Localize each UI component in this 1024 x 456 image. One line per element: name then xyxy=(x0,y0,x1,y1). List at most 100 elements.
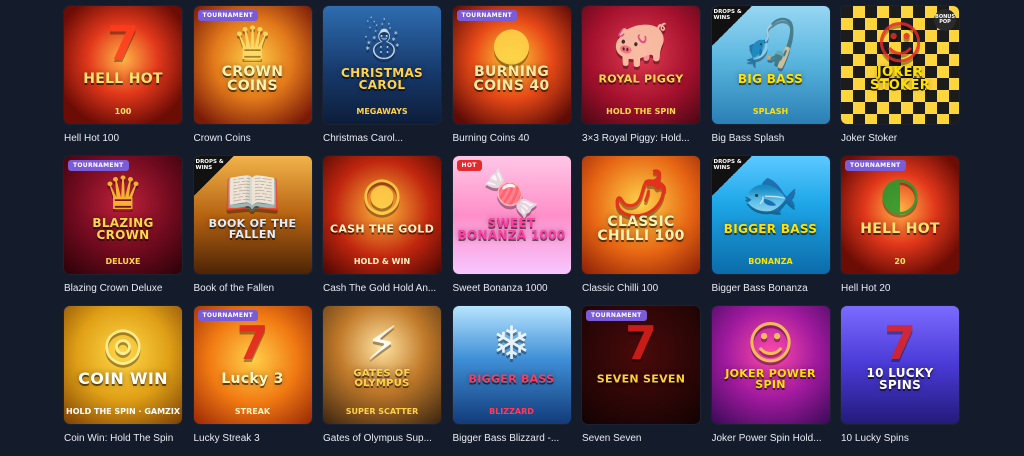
chilli-icon: 🌶 xyxy=(611,166,671,220)
watermelon-icon: ◐ xyxy=(879,166,921,220)
game-logo-subtext: SUPER SCATTER xyxy=(345,407,419,416)
game-thumbnail[interactable]: ❄ BIGGER BASS BLIZZARD xyxy=(452,306,571,424)
game-card[interactable]: ● BURNING COINS 40 TOURNAMENT Burning Coins… xyxy=(452,6,571,156)
game-card[interactable]: ⚡ GATES OF OLYMPUS SUPER SCATTER Gates of O… xyxy=(323,306,441,456)
tournament-badge: TOURNAMENT xyxy=(68,160,129,171)
game-thumbnail[interactable]: ● BURNING COINS 40 TOURNAMENT xyxy=(452,6,571,124)
game-card[interactable]: ❄ BIGGER BASS BLIZZARD Bigger Bass Blizzard… xyxy=(452,306,571,456)
game-card[interactable]: 7 Lucky 3 STREAK TOURNAMENT Lucky Streak 3 xyxy=(193,306,312,456)
game-thumbnail[interactable]: ♛ BLAZING CROWN DELUXE TOURNAMENT xyxy=(64,156,182,274)
game-card[interactable]: ◉ CASH THE GOLD HOLD & WIN Cash The Gold Ho… xyxy=(323,156,441,306)
game-card[interactable]: ◐ HELL HOT 20 TOURNAMENT Hell Hot 20 xyxy=(841,156,959,306)
game-logo-text: Lucky 3 xyxy=(221,371,284,388)
game-card[interactable]: ☃ CHRISTMAS CAROL MEGAWAYS Christmas Carol.… xyxy=(323,6,441,156)
game-title[interactable]: Lucky Streak 3 xyxy=(194,433,312,444)
tournament-badge: TOURNAMENT xyxy=(197,310,259,321)
game-thumbnail[interactable]: ◉ CASH THE GOLD HOLD & WIN xyxy=(323,156,441,274)
game-logo-subtext: 100 xyxy=(114,107,132,116)
game-card[interactable]: 🐟 BIGGER BASS BONANZA DROPS & WINS Bigger Ba… xyxy=(711,156,830,306)
game-logo-text: BLAZING CROWN xyxy=(92,216,154,243)
game-card[interactable]: 7 10 LUCKY SPINS 10 Lucky Spins xyxy=(841,306,959,456)
game-title[interactable]: Big Bass Splash xyxy=(712,133,830,144)
game-card[interactable]: 🐖 ROYAL PIGGY HOLD THE SPIN 3×3 Royal Piggy… xyxy=(582,6,700,156)
drops-wins-badge: DROPS & WINS xyxy=(711,156,752,196)
game-card[interactable]: 📖 BOOK OF THE FALLEN DROPS & WINS Book of t… xyxy=(193,156,312,306)
game-logo-subtext: 20 xyxy=(894,257,906,266)
game-logo-text: SEVEN SEVEN xyxy=(596,372,686,386)
game-card[interactable]: ◎ COIN WIN HOLD THE SPIN · GAMZIX Coin Win:… xyxy=(64,306,182,456)
game-logo-text: CHRISTMAS CAROL xyxy=(341,66,423,93)
game-title[interactable]: Sweet Bonanza 1000 xyxy=(453,283,571,294)
game-title[interactable]: Coin Win: Hold The Spin xyxy=(64,433,182,444)
game-thumbnail[interactable]: ◎ COIN WIN HOLD THE SPIN · GAMZIX xyxy=(64,306,182,424)
game-logo-text: BIGGER BASS xyxy=(468,372,555,386)
game-title[interactable]: Bigger Bass Blizzard -... xyxy=(453,433,571,444)
game-title[interactable]: Christmas Carol... xyxy=(323,133,441,144)
game-thumbnail[interactable]: ☺ JOKER POWER SPIN xyxy=(711,306,830,424)
game-card[interactable]: ☺ JOKER STOKER BONUS POP Joker Stoker xyxy=(841,6,959,156)
game-thumbnail[interactable]: 🐖 ROYAL PIGGY HOLD THE SPIN xyxy=(582,6,700,124)
game-thumbnail[interactable]: 🌶 CLASSIC CHILLI 100 xyxy=(582,156,700,274)
game-logo-text: JOKER POWER SPIN xyxy=(725,367,816,392)
game-logo-text: COIN WIN xyxy=(78,369,168,389)
game-thumbnail[interactable]: ♛ CROWN COINS TOURNAMENT xyxy=(193,6,312,124)
game-title[interactable]: Book of the Fallen xyxy=(194,283,312,294)
seven-icon: 7 xyxy=(624,316,657,370)
tournament-badge: TOURNAMENT xyxy=(845,160,906,171)
game-thumbnail[interactable]: 7 Lucky 3 STREAK TOURNAMENT xyxy=(193,306,312,424)
game-thumbnail[interactable]: 7 HELL HOT 100 xyxy=(64,6,182,124)
candy-icon: 🍬 xyxy=(482,166,541,220)
drops-wins-badge: DROPS & WINS xyxy=(193,156,234,196)
game-card[interactable]: ☺ JOKER POWER SPIN Joker Power Spin Hold..… xyxy=(711,306,830,456)
game-thumbnail[interactable]: 🎣 BIG BASS SPLASH DROPS & WINS xyxy=(711,6,830,124)
game-thumbnail[interactable]: 🐟 BIGGER BASS BONANZA DROPS & WINS xyxy=(711,156,830,274)
game-title[interactable]: Crown Coins xyxy=(194,133,312,144)
game-card[interactable]: ♛ CROWN COINS TOURNAMENT Crown Coins xyxy=(193,6,312,156)
game-card[interactable]: 🎣 BIG BASS SPLASH DROPS & WINS Big Bass Spla… xyxy=(711,6,830,156)
fisherman-icon: ❄ xyxy=(492,316,531,370)
game-logo-text: BOOK OF THE FALLEN xyxy=(208,217,297,242)
game-logo-subtext: SPLASH xyxy=(752,107,789,116)
crown-icon: ♛ xyxy=(231,16,274,70)
game-thumbnail[interactable]: 7 10 LUCKY SPINS xyxy=(841,306,959,424)
game-title[interactable]: Cash The Gold Hold An... xyxy=(323,283,441,294)
joker-icon: ☺ xyxy=(746,316,795,370)
game-card[interactable]: 🍬 SWEET BONANZA 1000 HOT Sweet Bonanza 1000 xyxy=(452,156,571,306)
game-title[interactable]: Blazing Crown Deluxe xyxy=(64,283,182,294)
game-title[interactable]: Hell Hot 20 xyxy=(841,283,959,294)
game-card[interactable]: 7 HELL HOT 100 Hell Hot 100 xyxy=(64,6,182,156)
game-logo-text: BIG BASS xyxy=(737,72,804,87)
game-title[interactable]: Joker Power Spin Hold... xyxy=(712,433,830,444)
game-card[interactable]: ♛ BLAZING CROWN DELUXE TOURNAMENT Blazing Cr… xyxy=(64,156,182,306)
game-title[interactable]: Burning Coins 40 xyxy=(453,133,571,144)
seven-icon: 7 xyxy=(236,316,269,370)
game-title[interactable]: 10 Lucky Spins xyxy=(841,433,959,444)
piggy-icon: 🐖 xyxy=(612,16,670,70)
game-logo-text: CROWN COINS xyxy=(221,64,284,95)
game-card[interactable]: 7 SEVEN SEVEN TOURNAMENT Seven Seven xyxy=(582,306,700,456)
game-thumbnail[interactable]: ◐ HELL HOT 20 TOURNAMENT xyxy=(841,156,959,274)
game-title[interactable]: Bigger Bass Bonanza xyxy=(712,283,830,294)
game-logo-text: HELL HOT xyxy=(83,71,163,88)
game-thumbnail[interactable]: 7 SEVEN SEVEN TOURNAMENT xyxy=(582,306,700,424)
game-thumbnail[interactable]: ⚡ GATES OF OLYMPUS SUPER SCATTER xyxy=(323,306,441,424)
game-title[interactable]: Seven Seven xyxy=(582,433,700,444)
game-thumbnail[interactable]: 📖 BOOK OF THE FALLEN DROPS & WINS xyxy=(193,156,312,274)
game-logo-subtext: HOLD & WIN xyxy=(353,257,411,266)
game-title[interactable]: Classic Chilli 100 xyxy=(582,283,700,294)
game-title[interactable]: Hell Hot 100 xyxy=(64,133,182,144)
game-logo-subtext: HOLD THE SPIN · GAMZIX xyxy=(66,407,180,416)
game-title[interactable]: Gates of Olympus Sup... xyxy=(323,433,441,444)
tournament-badge: TOURNAMENT xyxy=(456,10,518,21)
game-thumbnail[interactable]: ☺ JOKER STOKER BONUS POP xyxy=(841,6,959,124)
coin-icon: ● xyxy=(491,16,532,70)
game-card[interactable]: 🌶 CLASSIC CHILLI 100 Classic Chilli 100 xyxy=(582,156,700,306)
game-logo-subtext: BLIZZARD xyxy=(489,407,534,416)
game-title[interactable]: Joker Stoker xyxy=(841,133,959,144)
coin-icon: ◉ xyxy=(361,166,403,220)
hot-badge: HOT xyxy=(456,160,482,171)
game-thumbnail[interactable]: 🍬 SWEET BONANZA 1000 HOT xyxy=(452,156,571,274)
game-logo-text: HELL HOT xyxy=(860,221,940,238)
game-thumbnail[interactable]: ☃ CHRISTMAS CAROL MEGAWAYS xyxy=(323,6,441,124)
game-title[interactable]: 3×3 Royal Piggy: Hold... xyxy=(582,133,700,144)
